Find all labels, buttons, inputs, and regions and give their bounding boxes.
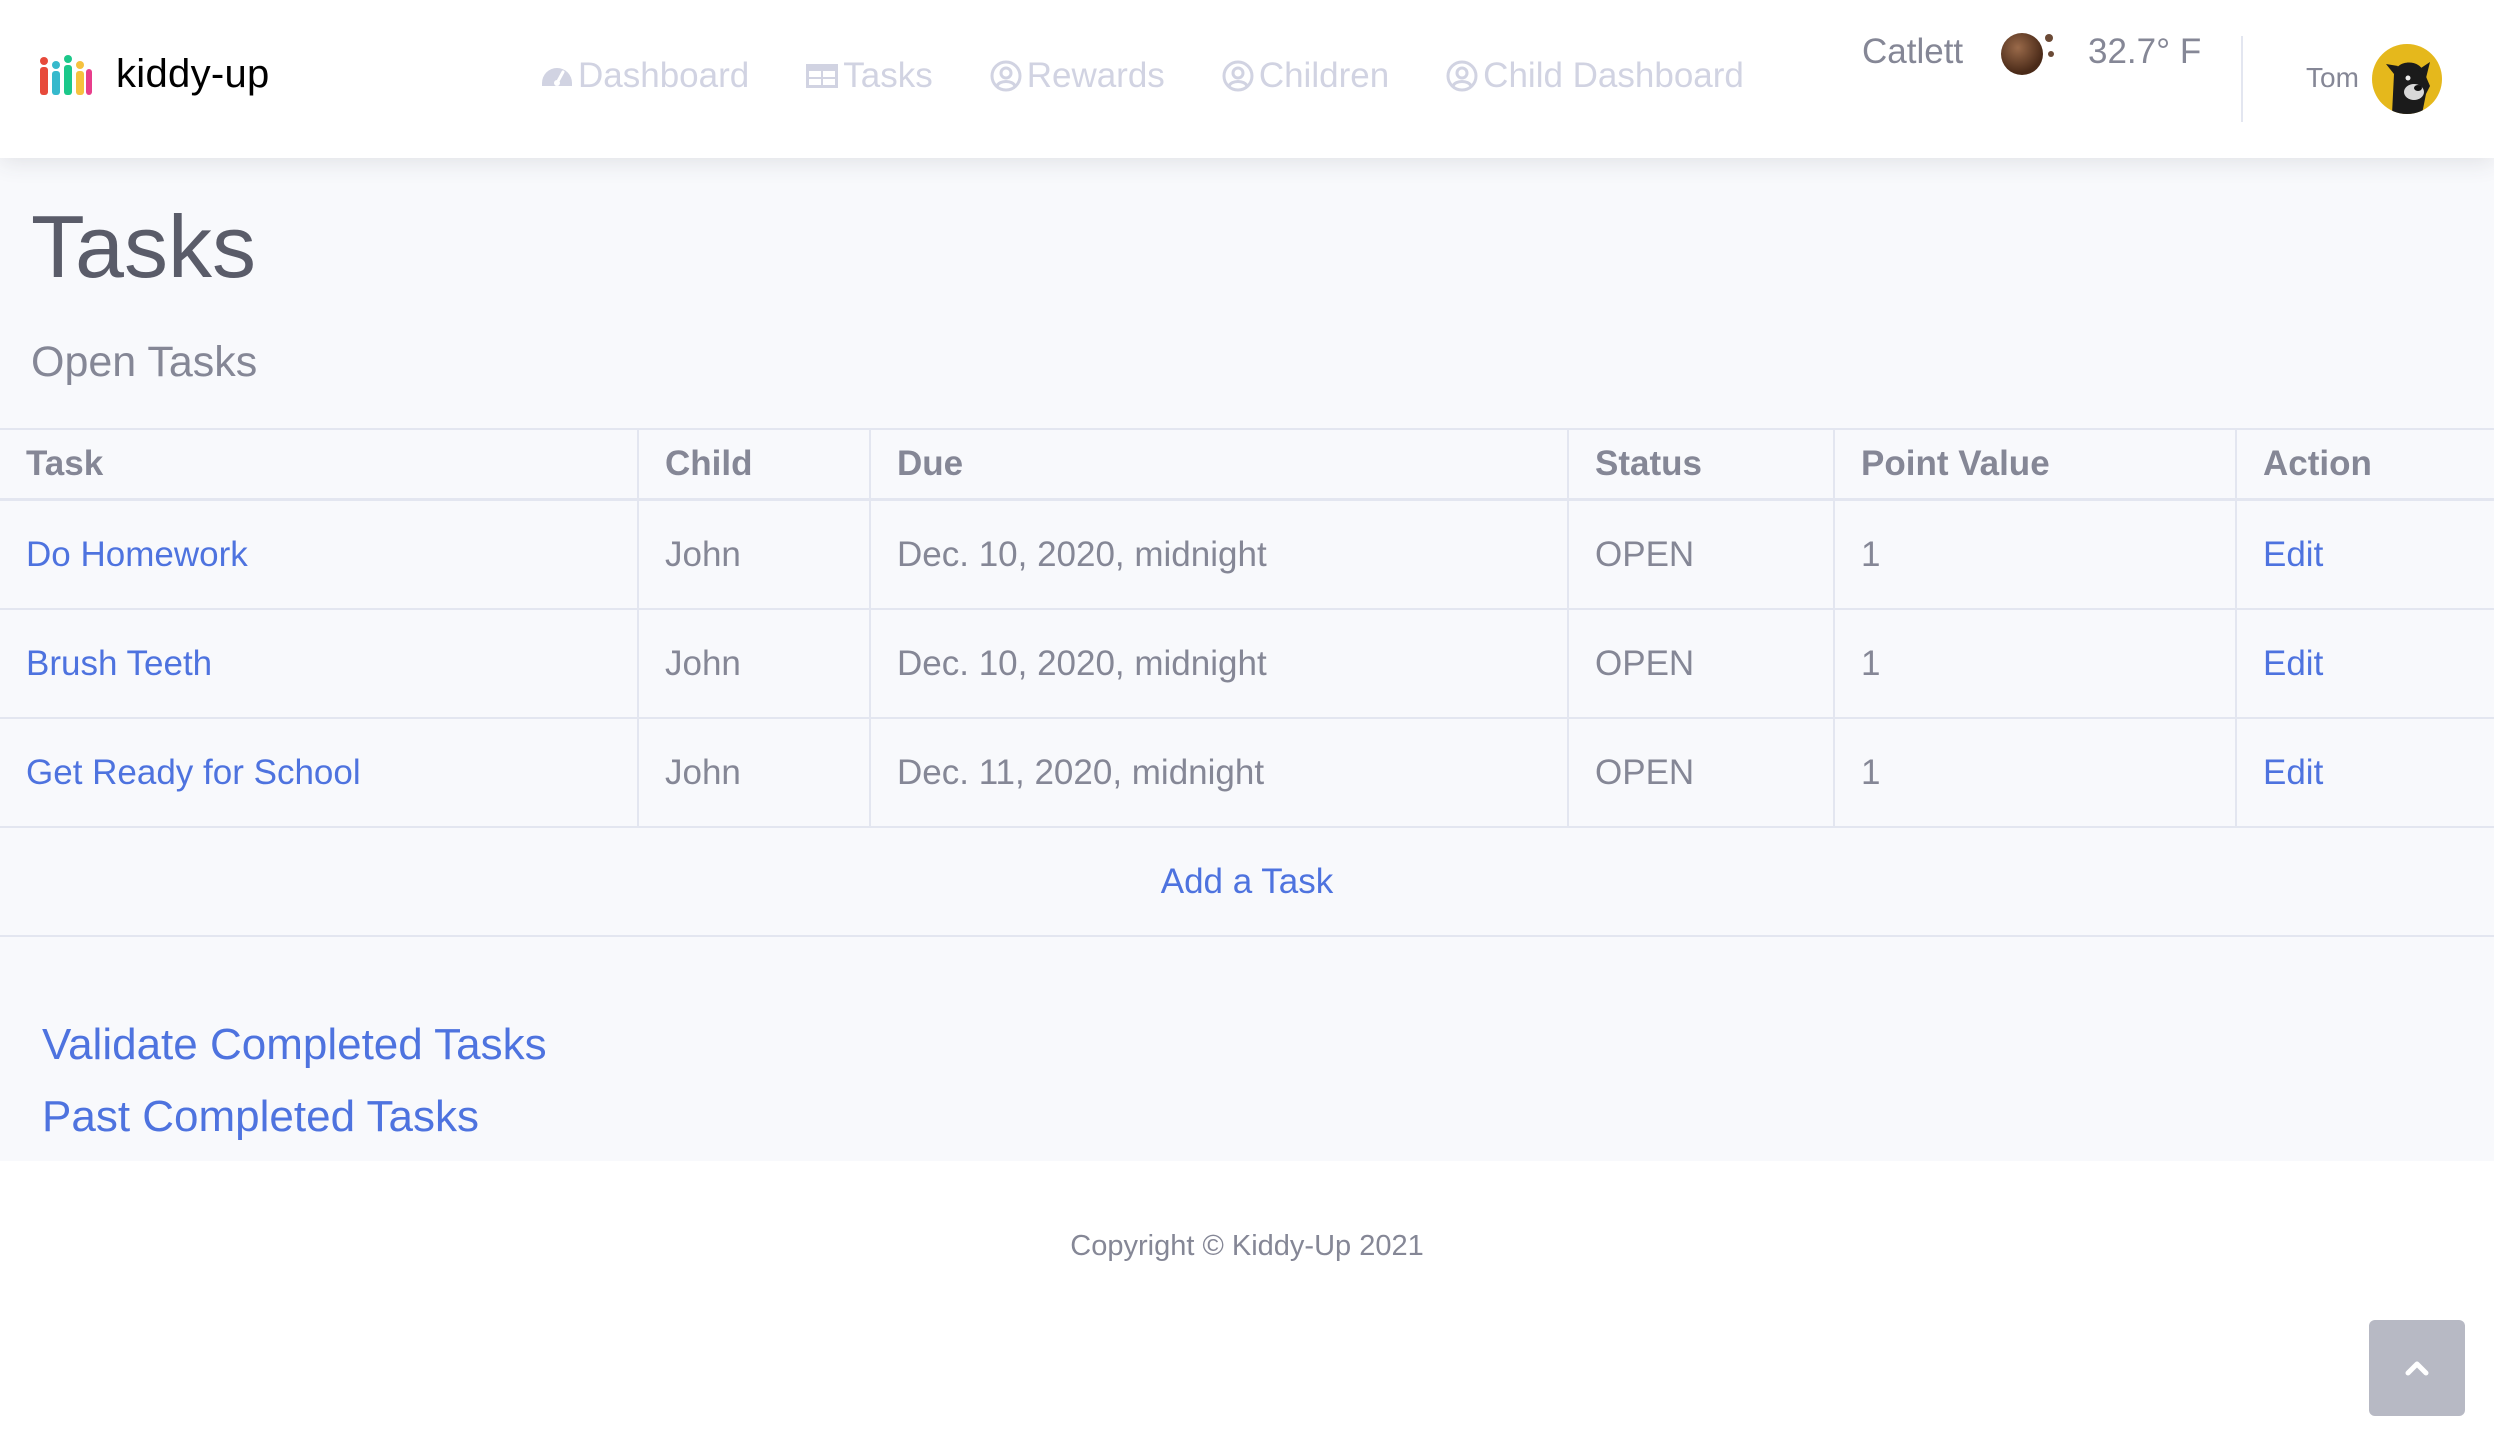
table-header-row: Task Child Due Status Point Value Action (0, 428, 2494, 501)
task-link[interactable]: Brush Teeth (26, 644, 212, 683)
add-task-link[interactable]: Add a Task (1161, 862, 1334, 901)
edit-link[interactable]: Edit (2263, 644, 2323, 683)
due-cell: Dec. 11, 2020, midnight (869, 717, 1569, 828)
avatar[interactable] (2372, 44, 2442, 114)
nav-label: Rewards (1026, 56, 1165, 95)
action-cell: Edit (2235, 717, 2494, 828)
user-circle-icon (1446, 60, 1478, 92)
column-header-action: Action (2235, 428, 2494, 501)
status-cell: OPEN (1567, 608, 1835, 719)
status-cell: OPEN (1567, 717, 1835, 828)
main-nav: Dashboard Tasks Rewards Children Child D… (538, 56, 1798, 96)
child-cell: John (637, 498, 871, 610)
nav-children[interactable]: Children (1219, 56, 1389, 96)
task-link[interactable]: Get Ready for School (26, 753, 361, 792)
points-cell: 1 (1833, 717, 2237, 828)
nav-label: Dashboard (578, 56, 750, 95)
column-header-task: Task (0, 428, 639, 501)
footer: Copyright © Kiddy-Up 2021 (0, 1161, 2494, 1435)
nav-label: Children (1258, 56, 1390, 95)
task-link[interactable]: Do Homework (26, 535, 248, 574)
action-cell: Edit (2235, 498, 2494, 610)
due-cell: Dec. 10, 2020, midnight (869, 498, 1569, 610)
add-task-row: Add a Task (0, 826, 2494, 937)
chevron-up-icon (2405, 1361, 2429, 1376)
tasks-table: Task Child Due Status Point Value Action… (0, 428, 2494, 937)
column-header-status: Status (1567, 428, 1835, 501)
past-completed-tasks-link[interactable]: Past Completed Tasks (42, 1092, 547, 1142)
action-cell: Edit (2235, 608, 2494, 719)
nav-child-dashboard[interactable]: Child Dashboard (1443, 56, 1744, 96)
nav-tasks[interactable]: Tasks (803, 56, 933, 96)
points-cell: 1 (1833, 498, 2237, 610)
table-row: Brush Teeth John Dec. 10, 2020, midnight… (0, 608, 2494, 719)
section-title: Open Tasks (31, 338, 258, 386)
nav-dashboard[interactable]: Dashboard (538, 56, 749, 96)
nav-label: Child Dashboard (1483, 56, 1744, 95)
page-title: Tasks (31, 197, 256, 296)
family-logo-icon (40, 54, 92, 95)
copyright: Copyright © Kiddy-Up 2021 (1070, 1230, 1424, 1262)
user-circle-icon (990, 60, 1022, 92)
user-name[interactable]: Tom (2306, 62, 2359, 94)
weather-city: Catlett (1862, 32, 1964, 71)
validate-completed-tasks-link[interactable]: Validate Completed Tasks (42, 1020, 547, 1070)
dog-avatar-icon (2372, 44, 2442, 114)
status-cell: OPEN (1567, 498, 1835, 610)
table-row: Get Ready for School John Dec. 11, 2020,… (0, 717, 2494, 828)
nav-label: Tasks (843, 56, 933, 95)
due-cell: Dec. 10, 2020, midnight (869, 608, 1569, 719)
points-cell: 1 (1833, 608, 2237, 719)
top-navbar: kiddy-up Dashboard Tasks Rewards Childre… (0, 0, 2494, 158)
table-row: Do Homework John Dec. 10, 2020, midnight… (0, 498, 2494, 610)
weather-temperature: 32.7° F (2088, 32, 2202, 71)
topbar-divider (2241, 36, 2243, 122)
user-circle-icon (1222, 60, 1254, 92)
brand-name: kiddy-up (116, 52, 270, 96)
edit-link[interactable]: Edit (2263, 753, 2323, 792)
add-task-cell: Add a Task (0, 826, 2494, 937)
task-links: Validate Completed Tasks Past Completed … (42, 1020, 547, 1164)
brand[interactable]: kiddy-up (38, 52, 270, 97)
edit-link[interactable]: Edit (2263, 535, 2323, 574)
column-header-child: Child (637, 428, 871, 501)
column-header-points: Point Value (1833, 428, 2237, 501)
main-content: Tasks Open Tasks Task Child Due Status P… (0, 158, 2494, 1161)
column-header-due: Due (869, 428, 1569, 501)
child-cell: John (637, 717, 871, 828)
weather-icon (2001, 33, 2054, 75)
nav-rewards[interactable]: Rewards (987, 56, 1165, 96)
task-cell: Brush Teeth (0, 608, 639, 719)
table-icon (806, 64, 839, 88)
task-cell: Do Homework (0, 498, 639, 610)
scroll-to-top-button[interactable] (2369, 1320, 2465, 1416)
speedometer-icon (542, 68, 572, 86)
task-cell: Get Ready for School (0, 717, 639, 828)
child-cell: John (637, 608, 871, 719)
